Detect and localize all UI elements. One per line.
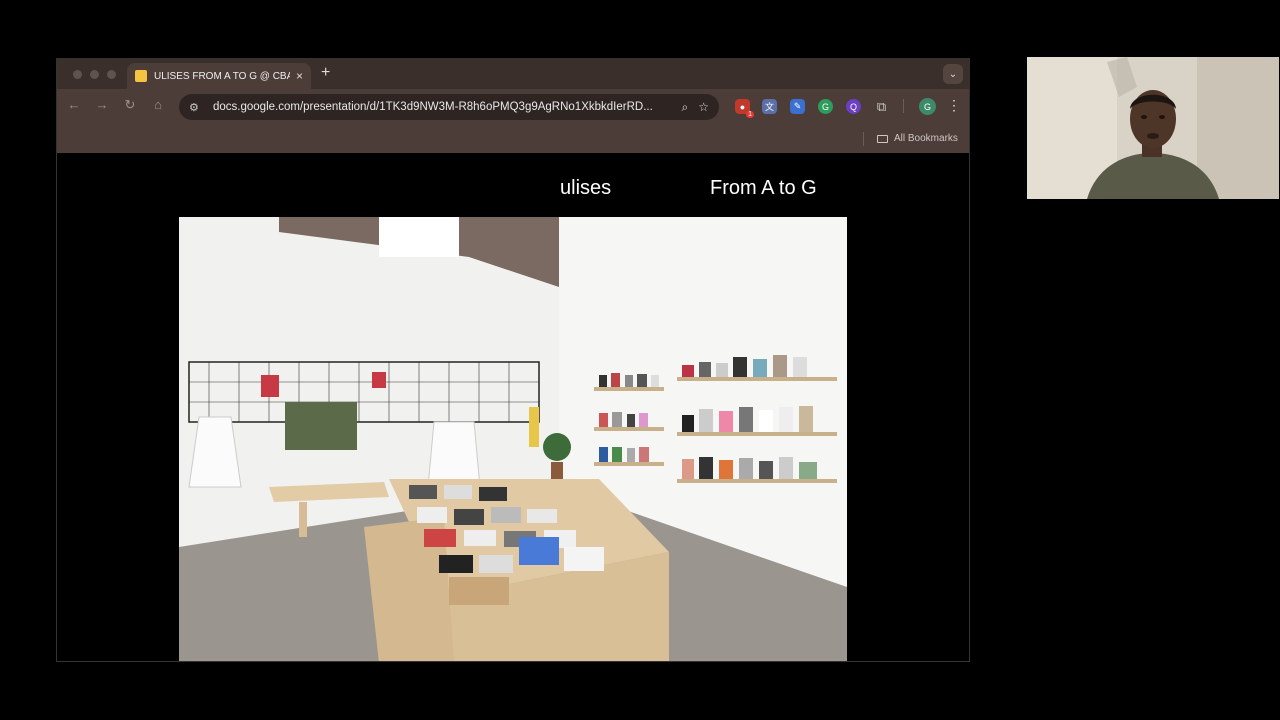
address-bar[interactable]: ⚙ docs.google.com/presentation/d/1TK3d9N… bbox=[179, 94, 719, 120]
window-controls bbox=[73, 70, 116, 79]
menu-icon[interactable]: ⋮ bbox=[947, 97, 961, 114]
extension-red-icon[interactable]: ● 1 bbox=[735, 99, 754, 118]
extension-badge: 1 bbox=[746, 111, 754, 118]
bookmarks-divider bbox=[863, 132, 864, 146]
maximize-window-button[interactable] bbox=[107, 70, 116, 79]
toolbar-divider bbox=[903, 99, 904, 113]
back-icon[interactable]: ← bbox=[64, 97, 84, 112]
slide-canvas: ulises From A to G bbox=[57, 153, 969, 661]
browser-toolbar: ← → ↻ ⌂ ⚙ docs.google.com/presentation/d… bbox=[57, 89, 969, 125]
extension-edit-icon[interactable]: ✎ bbox=[790, 99, 805, 114]
folder-icon bbox=[877, 134, 888, 143]
webcam-video bbox=[1027, 57, 1279, 199]
slides-favicon-icon bbox=[135, 70, 147, 82]
forward-icon[interactable]: → bbox=[92, 97, 112, 112]
new-tab-button[interactable]: + bbox=[321, 64, 330, 82]
tab-active[interactable]: ULISES FROM A TO G @ CBA × bbox=[127, 63, 311, 89]
home-icon[interactable]: ⌂ bbox=[148, 97, 168, 112]
extension-translate-icon[interactable]: 文 bbox=[762, 99, 777, 114]
extension-search-icon[interactable]: Q bbox=[846, 99, 861, 114]
extension-grammarly-icon[interactable]: G bbox=[818, 99, 833, 114]
tab-close-icon[interactable]: × bbox=[296, 69, 303, 83]
url-text[interactable]: docs.google.com/presentation/d/1TK3d9NW3… bbox=[213, 101, 672, 113]
zoom-icon[interactable]: ⌕ bbox=[682, 100, 689, 115]
extensions-icon[interactable]: ⧉ bbox=[874, 99, 889, 114]
all-bookmarks-button[interactable]: All Bookmarks bbox=[877, 133, 958, 144]
bookmarks-bar: All Bookmarks bbox=[57, 125, 969, 153]
tab-title: ULISES FROM A TO G @ CBA bbox=[154, 70, 290, 82]
tab-bar: ULISES FROM A TO G @ CBA × + ⌄ bbox=[57, 59, 969, 89]
tab-search-button[interactable]: ⌄ bbox=[943, 64, 963, 84]
profile-avatar[interactable]: G bbox=[919, 98, 936, 115]
bookstore-photo bbox=[179, 217, 847, 661]
reload-icon[interactable]: ↻ bbox=[120, 97, 140, 113]
minimize-window-button[interactable] bbox=[90, 70, 99, 79]
all-bookmarks-label: All Bookmarks bbox=[894, 133, 958, 144]
browser-window: ULISES FROM A TO G @ CBA × + ⌄ ← → ↻ ⌂ ⚙… bbox=[56, 58, 970, 662]
slide-title-right: From A to G bbox=[710, 177, 817, 199]
site-settings-icon[interactable]: ⚙ bbox=[189, 101, 205, 114]
slide-title-left: ulises bbox=[560, 177, 612, 199]
star-icon[interactable]: ☆ bbox=[698, 100, 709, 114]
close-window-button[interactable] bbox=[73, 70, 82, 79]
